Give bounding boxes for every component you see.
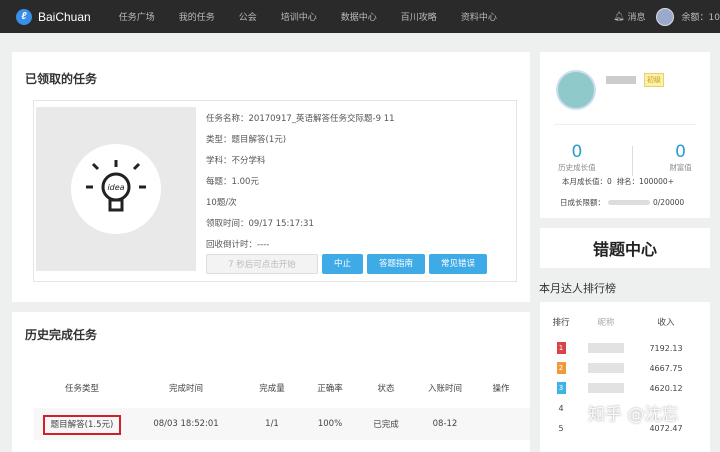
month-growth: 本月成长值：0 (562, 177, 612, 186)
task-image: idea (36, 107, 196, 271)
col-header: 任务类型 (64, 384, 99, 394)
time-cell: 08/03 18:52:01 (153, 419, 219, 429)
rank: 5 (558, 423, 564, 433)
bell-icon[interactable]: 🔔︎ (613, 12, 624, 22)
profile-avatar (556, 70, 596, 110)
nav-item[interactable]: 公会 (239, 10, 257, 23)
leaderboard-row: 3 4620.12 (546, 378, 704, 398)
wealth: 0 (675, 142, 686, 162)
history-panel: 历史完成任务 任务类型 完成时间 完成量 正确率 状态 入账时间 操作 题目解答… (12, 312, 530, 452)
task-countdown: 回收倒计时：---- (206, 240, 270, 250)
nav-item[interactable]: 数据中心 (341, 10, 377, 23)
task-card: idea 任务名称：20170917_英语解答任务交际题-9 11 类型：题目解… (33, 100, 517, 282)
brand-name: BaiChuan (38, 9, 91, 24)
task-price: 每题：1.00元 (206, 177, 259, 187)
daily-cap: 0/20000 (653, 198, 685, 207)
profile-card: 初级 0 历史成长值 0 财富值 本月成长值：0 排名：100000+ 日成长限额：… (540, 52, 710, 218)
balance: 余额：10 (681, 13, 720, 23)
table-header: 任务类型 完成时间 完成量 正确率 状态 入账时间 操作 (34, 382, 530, 394)
table-row: 题目解答(1.5元) 08/03 18:52:01 1/1 100% 已完成 0… (34, 408, 530, 440)
guide-button[interactable]: 答题指南 (367, 254, 426, 274)
watermark: 知乎 @沈忘 (588, 405, 679, 425)
nav-item[interactable]: 任务广场 (119, 10, 155, 23)
income: 4667.75 (649, 363, 683, 373)
col-header: 操作 (492, 384, 510, 394)
logo-icon: ℓ (16, 8, 32, 25)
income: 7192.13 (649, 343, 683, 353)
nav-item[interactable]: 资料中心 (461, 10, 497, 23)
start-button[interactable]: 7 秒后可点击开始 (206, 254, 318, 274)
growth-total: 0 (571, 142, 583, 162)
task-subject: 学科：不分学科 (206, 156, 266, 166)
status-cell: 已完成 (373, 420, 399, 430)
leaderboard: 排行 昵称 收入 1 7192.13 2 4667.75 3 4620.12 4 5 4… (540, 302, 710, 452)
messages-link[interactable]: 消息 (628, 10, 646, 23)
lightbulb-icon: idea (86, 160, 146, 212)
svg-text:idea: idea (107, 183, 124, 192)
col-header: 收入 (657, 318, 675, 328)
rank: 4 (558, 403, 564, 413)
task-type: 类型：题目解答(1元) (206, 135, 287, 145)
growth-total-label: 历史成长值 (558, 163, 596, 172)
avatar[interactable] (655, 7, 674, 26)
daily-cap-label: 日成长限额： (560, 198, 605, 207)
level-badge: 初级 (644, 73, 664, 87)
nav-item[interactable]: 培训中心 (281, 10, 317, 23)
username-blurred (606, 76, 636, 84)
section-title: 已领取的任务 (25, 72, 98, 86)
col-header: 入账时间 (427, 384, 462, 394)
leaderboard-row: 2 4667.75 (546, 358, 704, 378)
leaderboard-title: 本月达人排行榜 (539, 282, 616, 295)
credited-cell: 08-12 (432, 419, 458, 429)
col-header: 完成时间 (168, 384, 203, 394)
nav-item[interactable]: 百川攻略 (401, 10, 437, 23)
wealth-label: 财富值 (669, 163, 692, 172)
col-header: 完成量 (259, 384, 285, 394)
common-errors-button[interactable]: 常见错误 (429, 254, 488, 274)
col-header: 排行 (552, 318, 570, 328)
rank-badge: 2 (556, 362, 566, 374)
income: 4620.12 (649, 383, 683, 393)
col-header: 昵称 (597, 318, 615, 328)
brand-logo[interactable]: ℓ BaiChuan (16, 8, 91, 25)
stop-button[interactable]: 中止 (322, 254, 364, 274)
received-task-panel: 已领取的任务 idea 任务名称：20170917_英语解答任务交际题-9 11… (12, 52, 530, 302)
rank-badge: 3 (556, 382, 566, 394)
rank-badge: 1 (556, 342, 566, 354)
section-title: 历史完成任务 (25, 328, 98, 342)
task-received-time: 领取时间：09/17 15:17:31 (206, 219, 314, 229)
task-quantity: 10题/次 (206, 198, 237, 208)
wrong-questions-center[interactable]: 错题中心 (540, 228, 710, 268)
nav-item[interactable]: 我的任务 (179, 10, 215, 23)
rank: 排名：100000+ (616, 177, 674, 186)
task-name: 任务名称：20170917_英语解答任务交际题-9 11 (206, 114, 395, 124)
col-header: 状态 (377, 384, 395, 394)
daily-cap-bar (608, 200, 650, 205)
task-type-cell: 题目解答(1.5元) (42, 415, 122, 435)
accuracy-cell: 100% (317, 419, 343, 429)
top-nav-bar: ℓ BaiChuan 任务广场 我的任务 公会 培训中心 数据中心 百川攻略 资料… (0, 0, 720, 33)
col-header: 正确率 (317, 384, 343, 394)
leaderboard-row: 1 7192.13 (546, 338, 704, 358)
amount-cell: 1/1 (265, 419, 279, 429)
